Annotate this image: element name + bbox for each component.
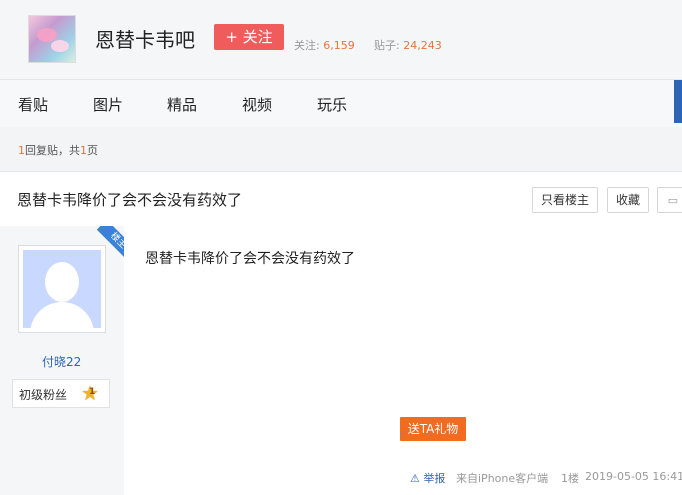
posts-count: 24,243 [403, 39, 442, 52]
posts-label: 贴子: [374, 39, 400, 52]
post-time: 2019-05-05 16:41 [585, 470, 682, 483]
floor-number: 1楼 [561, 472, 579, 485]
forum-nav: 看贴 图片 精品 视频 玩乐 [0, 79, 682, 128]
follows-count: 6,159 [323, 39, 355, 52]
report-label: 举报 [423, 472, 446, 485]
only-op-button[interactable]: 只看楼主 [532, 187, 598, 213]
fan-level-label: 初级粉丝 [19, 388, 68, 402]
forum-header: 恩替卡韦吧 + 关注 关注: 6,159 贴子: 24,243 [0, 0, 682, 79]
nav-accent-bar [674, 80, 682, 123]
send-gift-button[interactable]: 送TA礼物 [400, 417, 466, 441]
collect-button[interactable]: 收藏 [607, 187, 649, 213]
reply-text: 回复贴，共 [25, 144, 80, 157]
posts-stat: 贴子: 24,243 [374, 37, 442, 53]
follows-stat: 关注: 6,159 [294, 37, 355, 53]
page-unit: 页 [87, 144, 98, 157]
reply-summary: 1回复贴，共1页 [18, 142, 98, 158]
forum-avatar[interactable] [28, 15, 76, 63]
tab-jingpin[interactable]: 精品 [167, 94, 197, 115]
report-link[interactable]: ⚠ 举报 [410, 470, 445, 486]
default-avatar-icon [23, 250, 101, 328]
forum-name[interactable]: 恩替卡韦吧 [95, 24, 195, 53]
author-name[interactable]: 付晓22 [42, 353, 81, 370]
tab-tupian[interactable]: 图片 [93, 94, 123, 115]
thread-title: 恩替卡韦降价了会不会没有药效了 [17, 191, 243, 209]
reply-icon: ▭ [667, 194, 679, 207]
page-count: 1 [80, 144, 87, 157]
op-badge: 楼主 [91, 226, 126, 261]
tab-wanle[interactable]: 玩乐 [317, 94, 347, 115]
fan-level-number: 1 [89, 387, 96, 397]
follows-label: 关注: [294, 39, 320, 52]
tab-kantie[interactable]: 看贴 [18, 94, 48, 115]
thread-title-bar: 恩替卡韦降价了会不会没有药效了 只看楼主 收藏 ▭ [0, 171, 682, 228]
pager-bar: 1回复贴，共1页 [0, 127, 682, 171]
op-badge-label: 楼主 [96, 226, 126, 261]
post-body: 恩替卡韦降价了会不会没有药效了 [145, 251, 355, 267]
tab-shipin[interactable]: 视频 [242, 94, 272, 115]
fan-level-badge[interactable]: 初级粉丝 ★ 1 [12, 379, 110, 408]
warning-icon: ⚠ [410, 472, 420, 485]
reply-count: 1 [18, 144, 25, 157]
follow-button[interactable]: + 关注 [214, 24, 284, 50]
post-source[interactable]: 来自iPhone客户端 [456, 470, 548, 486]
more-button[interactable]: ▭ [657, 187, 682, 213]
